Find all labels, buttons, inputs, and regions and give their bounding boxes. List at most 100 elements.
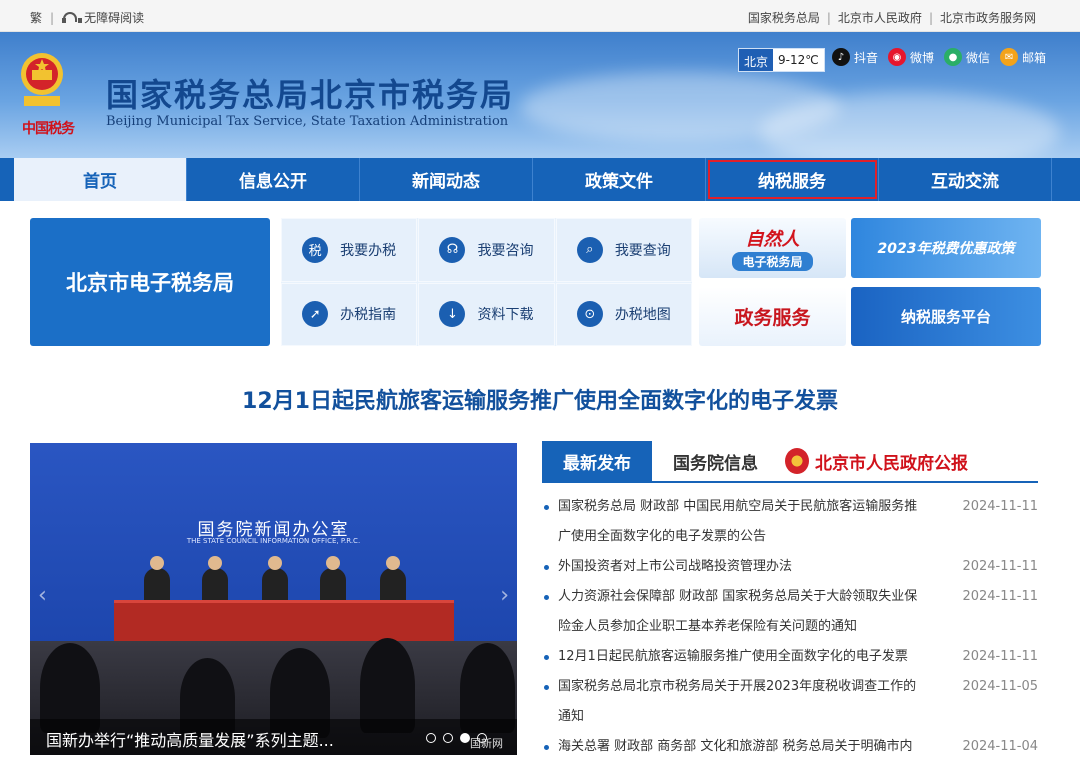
national-emblem-icon <box>785 448 809 474</box>
weibo-icon: ◉ <box>888 48 907 66</box>
quick-label: 办税地图 <box>614 307 671 324</box>
carousel-dot-active[interactable] <box>460 733 470 743</box>
news-item[interactable]: 外国投资者对上市公司战略投资管理办法 2024-11-11 <box>542 552 1038 582</box>
mail-link[interactable]: ✉ 邮箱 <box>1000 48 1046 66</box>
quick-download[interactable]: ↓ 资料下载 <box>418 282 555 346</box>
taxpayer-platform-banner[interactable]: 纳税服务平台 <box>851 287 1041 346</box>
divider: | <box>50 10 55 25</box>
news-panel: 最新发布 国务院信息 北京市人民政府公报 国家税务总局 财政部 中国民用航空局关… <box>542 441 1038 762</box>
bullet <box>544 655 549 660</box>
news-title-line: 外国投资者对上市公司战略投资管理办法 <box>558 559 793 574</box>
quick-consult[interactable]: ☊ 我要咨询 <box>418 218 555 282</box>
nav-home[interactable]: 首页 <box>14 158 187 201</box>
news-title-line: 国家税务总局北京市税务局关于开展2023年度税收调查工作的 <box>558 679 917 694</box>
douyin-label: 抖音 <box>854 50 879 65</box>
news-date: 2024-11-04 <box>962 739 1038 754</box>
nav-info-disclosure[interactable]: 信息公开 <box>187 158 360 201</box>
carousel-dot[interactable] <box>443 733 453 743</box>
douyin-icon: ♪ <box>832 48 850 66</box>
news-title-line: 国家税务总局 财政部 中国民用航空局关于民航旅客运输服务推 <box>558 499 918 514</box>
divider: | <box>826 10 831 25</box>
quick-query[interactable]: ⌕ 我要查询 <box>555 218 692 282</box>
news-item[interactable]: 国家税务总局北京市税务局关于开展2023年度税收调查工作的 通知 2024-11-0… <box>542 672 1038 732</box>
document-search-icon: ⌕ <box>576 236 603 263</box>
news-tabs: 最新发布 国务院信息 北京市人民政府公报 <box>542 441 1038 483</box>
wechat-icon: ● <box>944 48 963 66</box>
carousel-watermark: 国新网 <box>470 737 503 750</box>
news-title-line: 人力资源社会保障部 财政部 国家税务总局关于大龄领取失业保 <box>558 589 918 604</box>
news-item[interactable]: 12月1日起民航旅客运输服务推广使用全面数字化的电子发票 2024-11-11 <box>542 642 1038 672</box>
news-carousel[interactable]: 国务院新闻办公室 THE STATE COUNCIL INFORMATION O… <box>30 443 517 755</box>
douyin-link[interactable]: ♪ 抖音 <box>832 48 878 66</box>
quick-label: 我要咨询 <box>477 242 534 259</box>
site-header: 中国税务 国家税务总局北京市税务局 Beijing Municipal Tax … <box>0 32 1080 158</box>
nav-news[interactable]: 新闻动态 <box>360 158 533 201</box>
main-nav: 首页 信息公开 新闻动态 政策文件 纳税服务 互动交流 <box>0 158 1080 201</box>
wechat-link[interactable]: ● 微信 <box>944 48 990 66</box>
natural-person-etax-banner[interactable]: 自然人 电子税务局 <box>699 218 846 278</box>
headline-link[interactable]: 12月1日起民航旅客运输服务推广使用全面数字化的电子发票 <box>0 383 1080 415</box>
quick-handle-tax[interactable]: 税我要办税 <box>281 218 418 282</box>
national-emblem-icon[interactable] <box>18 50 66 110</box>
carousel-next-icon[interactable]: › <box>500 583 509 608</box>
quick-label: 办税指南 <box>340 307 397 324</box>
quick-label: 我要查询 <box>614 242 671 259</box>
download-icon: ↓ <box>439 301 466 328</box>
sta-link[interactable]: 国家税务总局 <box>748 9 820 26</box>
headset-icon: ☊ <box>439 236 466 263</box>
quick-label: 资料下载 <box>477 307 534 324</box>
weather-temp: 9-12℃ <box>773 49 824 71</box>
accessibility-link[interactable]: 无障碍阅读 <box>84 9 144 26</box>
social-links: ♪ 抖音 ◉ 微博 ● 微信 ✉ 邮箱 <box>832 48 1046 66</box>
weibo-label: 微博 <box>910 50 935 65</box>
news-title-line: 12月1日起民航旅客运输服务推广使用全面数字化的电子发票 <box>558 649 908 664</box>
news-title-line: 通知 <box>558 709 585 724</box>
mail-icon: ✉ <box>1000 48 1019 66</box>
news-item[interactable]: 国家税务总局 财政部 中国民用航空局关于民航旅客运输服务推 广使用全面数字化的电子… <box>542 492 1038 552</box>
news-title-line: 广使用全面数字化的电子发票的公告 <box>558 529 767 544</box>
mail-label: 邮箱 <box>1022 50 1047 65</box>
gov-service-link[interactable]: 北京市政务服务网 <box>940 9 1036 26</box>
carousel-sign-en: THE STATE COUNCIL INFORMATION OFFICE, P.… <box>186 537 361 545</box>
news-date: 2024-11-11 <box>962 649 1038 664</box>
e-tax-bureau-button[interactable]: 北京市电子税务局 <box>30 218 270 346</box>
site-title[interactable]: 国家税务总局北京市税务局 <box>106 70 514 116</box>
compass-icon: ➚ <box>302 301 329 328</box>
bullet <box>544 745 549 750</box>
traditional-chinese-link[interactable]: 繁 <box>30 9 42 26</box>
china-tax-seal: 中国税务 <box>22 121 75 137</box>
nav-policy[interactable]: 政策文件 <box>533 158 706 201</box>
carousel-prev-icon[interactable]: ‹ <box>38 583 47 608</box>
news-item[interactable]: 海关总署 财政部 商务部 文化和旅游部 税务总局关于明确市内 2024-11-04 <box>542 732 1038 762</box>
news-title-line: 险金人员参加企业职工基本养老保险有关问题的通知 <box>558 619 858 634</box>
gov-service-banner[interactable]: 政务服务 <box>699 287 846 346</box>
news-title-line: 海关总署 财政部 商务部 文化和旅游部 税务总局关于明确市内 <box>558 739 913 754</box>
tax-handle-icon: 税 <box>302 236 329 263</box>
bullet <box>544 505 549 510</box>
news-date: 2024-11-11 <box>962 589 1038 604</box>
headphone-icon <box>62 11 83 24</box>
news-date: 2024-11-11 <box>962 499 1038 514</box>
news-item[interactable]: 人力资源社会保障部 财政部 国家税务总局关于大龄领取失业保 险金人员参加企业职工基… <box>542 582 1038 642</box>
bullet <box>544 595 549 600</box>
bullet <box>544 685 549 690</box>
banner-subtitle: 电子税务局 <box>732 252 813 271</box>
beijing-gov-link[interactable]: 北京市人民政府 <box>838 9 922 26</box>
preferential-policy-banner[interactable]: 2023年税费优惠政策 <box>851 218 1041 278</box>
nav-interaction[interactable]: 互动交流 <box>879 158 1052 201</box>
quick-guide[interactable]: ➚ 办税指南 <box>281 282 418 346</box>
top-utility-bar: 繁 | 无障碍阅读 国家税务总局 | 北京市人民政府 | 北京市政务服务网 <box>0 0 1080 32</box>
tab-latest[interactable]: 最新发布 <box>542 441 652 481</box>
map-pin-icon: ⊙ <box>576 301 603 328</box>
quick-services-grid: 税我要办税 ☊ 我要咨询 ⌕ 我要查询 ➚ 办税指南 ↓ 资料下载 ⊙ 办税地图 <box>281 218 692 346</box>
weibo-link[interactable]: ◉ 微博 <box>888 48 934 66</box>
site-subtitle: Beijing Municipal Tax Service, State Tax… <box>106 114 509 129</box>
nav-tax-service[interactable]: 纳税服务 <box>706 158 879 201</box>
gov-bulletin-label: 北京市人民政府公报 <box>815 453 968 474</box>
quick-map[interactable]: ⊙ 办税地图 <box>555 282 692 346</box>
carousel-dot[interactable] <box>426 733 436 743</box>
gov-bulletin-link[interactable]: 北京市人民政府公报 <box>785 441 968 481</box>
banner-title: 自然人 <box>745 229 800 250</box>
news-list: 国家税务总局 财政部 中国民用航空局关于民航旅客运输服务推 广使用全面数字化的电子… <box>542 492 1038 762</box>
tab-state-council[interactable]: 国务院信息 <box>652 441 779 481</box>
